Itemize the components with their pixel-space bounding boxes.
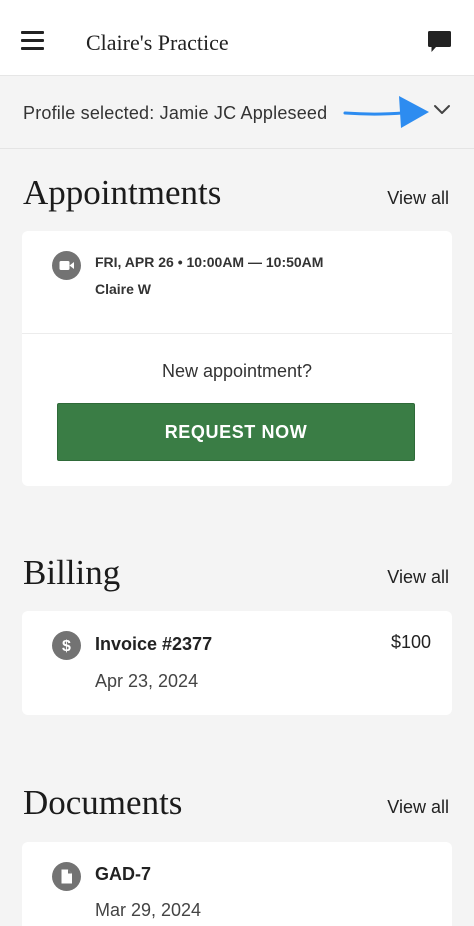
billing-heading: Billing [23, 553, 121, 592]
billing-view-all-link[interactable]: View all [387, 567, 449, 588]
invoice-amount: $100 [390, 632, 431, 652]
appointment-datetime: FRI, APR 26 • 10:00AM — 10:50AM [95, 254, 324, 270]
hamburger-menu-icon[interactable] [21, 31, 44, 50]
documents-view-all-link[interactable]: View all [387, 797, 449, 818]
video-camera-glyph [59, 261, 74, 270]
document-date: Mar 29, 2024 [95, 900, 202, 920]
svg-text:$: $ [62, 638, 71, 655]
appointment-provider: Claire W [95, 281, 152, 297]
appointments-view-all-link[interactable]: View all [387, 188, 449, 209]
video-camera-icon [52, 251, 81, 280]
dollar-icon: $ [52, 631, 81, 660]
document-icon [52, 862, 81, 891]
document-title: GAD-7 [95, 864, 152, 884]
practice-name: Claire's Practice [86, 30, 229, 55]
invoice-card[interactable] [22, 611, 452, 715]
document-card[interactable] [22, 842, 452, 926]
profile-selected-label: Profile selected: Jamie JC Appleseed [23, 103, 328, 123]
annotation-arrow [343, 96, 429, 128]
menu-line [21, 31, 44, 34]
new-appointment-prompt: New appointment? [161, 361, 313, 381]
document-glyph [61, 869, 72, 884]
appointments-heading: Appointments [23, 173, 222, 212]
invoice-title: Invoice #2377 [95, 634, 213, 654]
menu-line [21, 47, 44, 50]
request-now-button[interactable]: REQUEST NOW [57, 403, 415, 461]
top-app-bar [0, 0, 474, 76]
menu-line [21, 39, 44, 42]
chevron-down-icon[interactable] [433, 104, 451, 116]
dollar-glyph: $ [62, 638, 71, 655]
invoice-date: Apr 23, 2024 [95, 671, 199, 691]
documents-heading: Documents [23, 783, 183, 822]
card-divider [22, 333, 452, 334]
chat-bubble-icon[interactable] [427, 30, 452, 54]
